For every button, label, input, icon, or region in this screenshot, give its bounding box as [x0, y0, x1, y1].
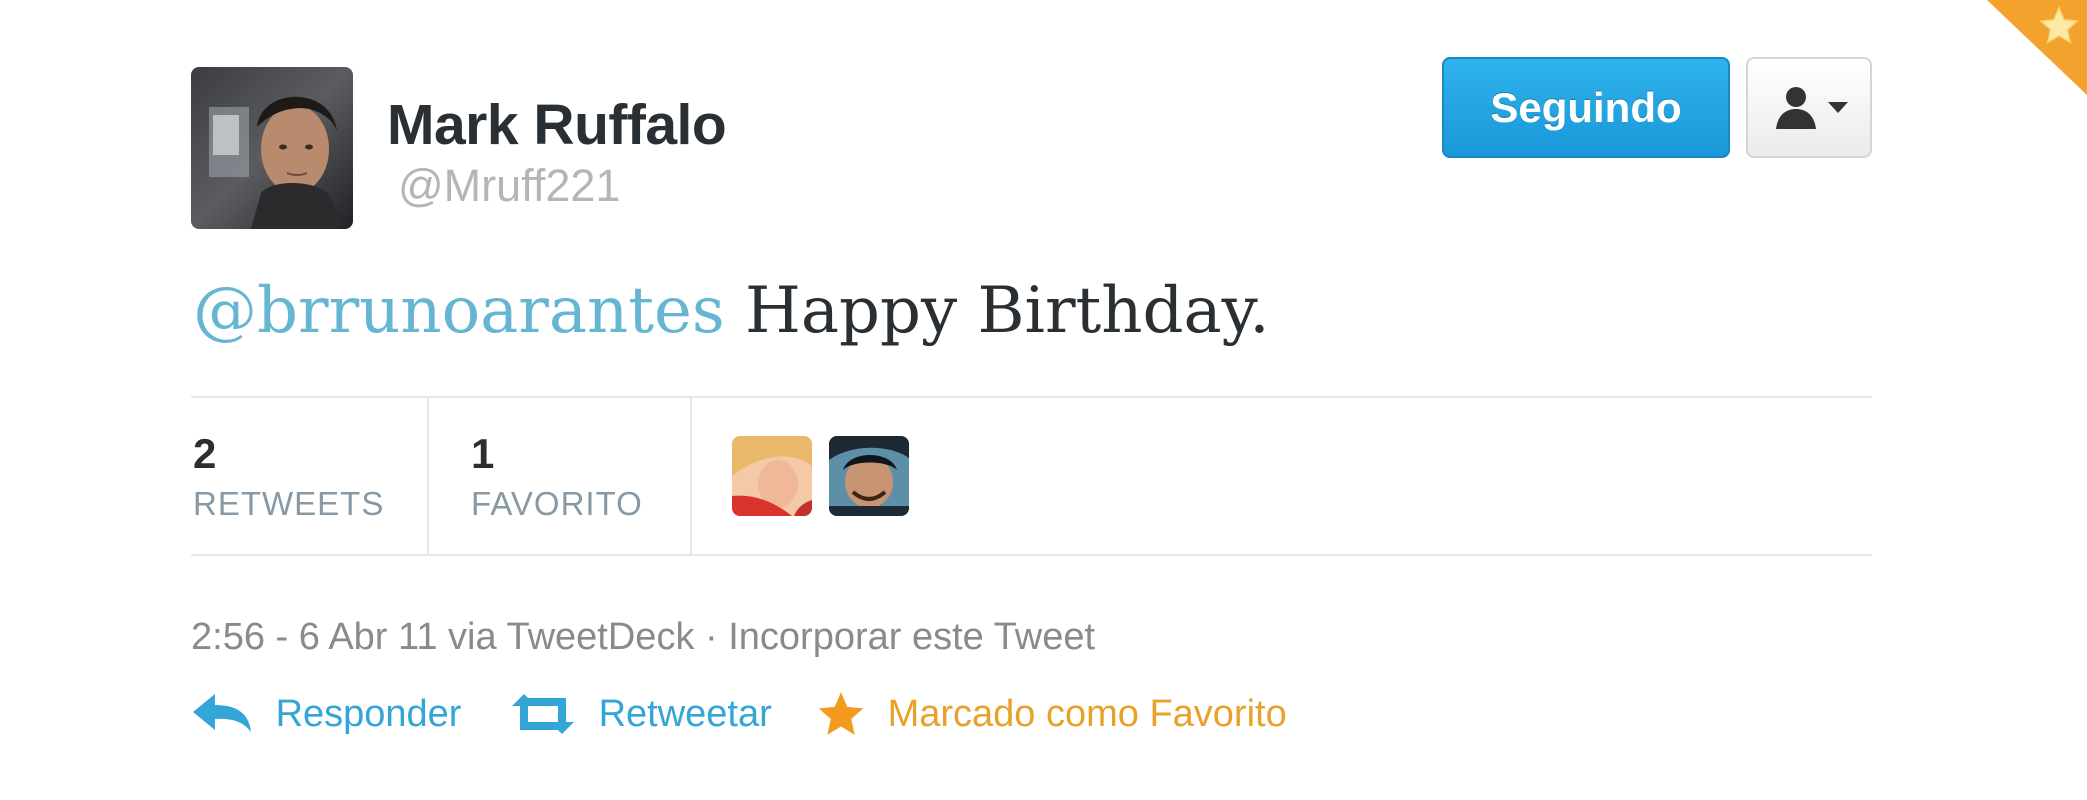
- retweet-label-action: Retweetar: [598, 692, 772, 735]
- favorite-label[interactable]: FAVORITO: [471, 484, 643, 524]
- favorite-button[interactable]: Marcado como Favorito: [815, 686, 1287, 738]
- person-icon: [1776, 87, 1816, 129]
- author-screen-name[interactable]: @Mruff221: [398, 160, 620, 212]
- tweet-text: @brrunoarantes Happy Birthday.: [193, 263, 1270, 359]
- tweet-body: Happy Birthday.: [724, 274, 1270, 348]
- favoriter-avatar-image: [829, 436, 909, 516]
- reply-label: Responder: [275, 692, 462, 735]
- mention-link[interactable]: @brrunoarantes: [193, 274, 725, 348]
- author-avatar-image: [191, 67, 353, 229]
- favoriter-avatar[interactable]: [732, 436, 812, 516]
- user-actions-dropdown[interactable]: [1746, 57, 1872, 158]
- reply-arrow-icon: [193, 693, 251, 732]
- favoriter-avatar[interactable]: [829, 436, 909, 516]
- star-icon: [818, 692, 864, 735]
- source-link[interactable]: TweetDeck: [506, 616, 694, 658]
- stats-top-divider: [191, 396, 1872, 398]
- stats-divider-2: [690, 398, 692, 554]
- stats-bottom-divider: [191, 554, 1872, 556]
- star-icon: [2038, 5, 2080, 45]
- tweet-meta: 2:56 - 6 Abr 11 via TweetDeck · Incorpor…: [191, 612, 1095, 662]
- retweet-count[interactable]: 2: [193, 430, 216, 478]
- author-display-name[interactable]: Mark Ruffalo: [387, 92, 727, 158]
- retweet-icon: [512, 693, 574, 734]
- retweet-button[interactable]: Retweetar: [508, 686, 772, 738]
- favorited-corner-ribbon: [1987, 0, 2087, 95]
- chevron-down-icon: [1828, 102, 1848, 113]
- stats-divider-1: [427, 398, 429, 554]
- retweet-label[interactable]: RETWEETS: [193, 484, 384, 524]
- reply-button[interactable]: Responder: [191, 686, 461, 738]
- favoriter-avatar-image: [732, 436, 812, 516]
- favorite-count[interactable]: 1: [471, 430, 494, 478]
- meta-separator: ·: [694, 616, 729, 658]
- via-text: via: [437, 616, 507, 658]
- embed-tweet-link[interactable]: Incorporar este Tweet: [728, 616, 1095, 658]
- favorited-label: Marcado como Favorito: [887, 692, 1287, 735]
- timestamp-link[interactable]: 2:56 - 6 Abr 11: [191, 616, 437, 658]
- following-button[interactable]: Seguindo: [1442, 57, 1730, 158]
- author-avatar[interactable]: [191, 67, 353, 229]
